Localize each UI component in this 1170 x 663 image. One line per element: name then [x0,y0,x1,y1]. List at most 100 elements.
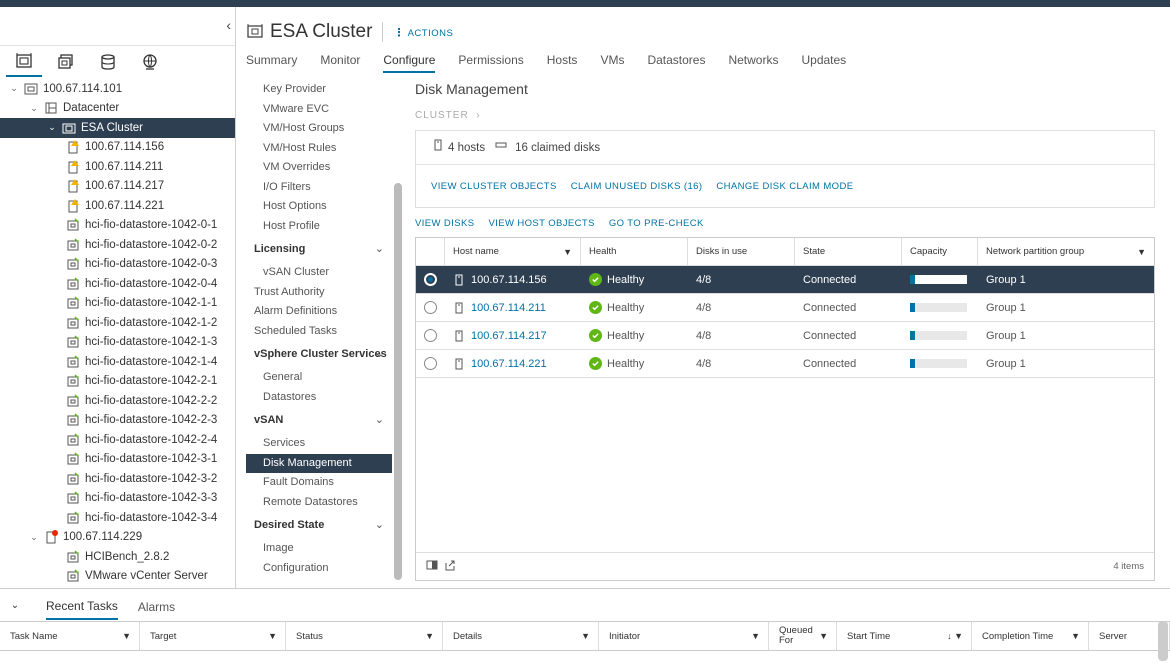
host-link[interactable]: 100.67.114.211 [471,302,546,314]
tab-alarms[interactable]: Alarms [138,592,175,619]
configure-menu-scrollbar[interactable] [394,183,402,580]
chevron-down-icon[interactable]: ⌄ [28,532,40,543]
tree-node[interactable]: hci-fio-datastore-1042-0-3 [0,255,235,275]
menu-item-disk-management[interactable]: Disk Management [246,453,392,473]
menu-item-scheduled-tasks[interactable]: Scheduled Tasks [246,322,392,342]
column-header[interactable]: Host name ▼ [445,238,581,265]
breadcrumb[interactable]: CLUSTER › [415,110,481,121]
tree-node[interactable]: hci-fio-datastore-1042-3-2 [0,469,235,489]
tree-node[interactable]: hci-fio-datastore-1042-3-3 [0,489,235,509]
tree-node[interactable]: hci-fio-datastore-1042-2-1 [0,372,235,392]
tree-node[interactable]: hci-fio-datastore-1042-1-2 [0,313,235,333]
tree-node[interactable]: 100.67.114.221 [0,196,235,216]
menu-group-licensing[interactable]: Licensing ⌄ [246,236,392,263]
tasks-column-header[interactable]: Queued For ▼ [769,622,837,650]
tree-node[interactable]: ⌄ Datacenter [0,99,235,119]
tree-node[interactable]: hci-fio-datastore-1042-2-3 [0,411,235,431]
menu-item-key-provider[interactable]: Key Provider [246,80,392,100]
tree-node[interactable]: ⌄ 100.67.114.229 [0,528,235,548]
tab-updates[interactable]: Updates [801,53,846,73]
table-row[interactable]: 100.67.114.221 Healthy 4/8 Connected Group 1 [416,350,1154,378]
tab-datastores[interactable]: Datastores [647,53,705,73]
vms-templates-view-icon[interactable] [48,47,84,77]
tree-node[interactable]: ⌄ ESA Cluster [0,118,235,138]
filter-icon[interactable]: ▼ [268,631,277,641]
row-radio[interactable] [424,301,437,314]
menu-item-remote-datastores[interactable]: Remote Datastores [246,493,392,513]
tab-networks[interactable]: Networks [728,53,778,73]
tasks-scrollbar[interactable] [1158,621,1168,661]
tab-permissions[interactable]: Permissions [458,53,523,73]
column-header[interactable]: Capacity [902,238,978,265]
menu-group-vsphere-cluster-services[interactable]: vSphere Cluster Services ⌄ [246,341,392,368]
tab-hosts[interactable]: Hosts [547,53,578,73]
menu-item-fault-domains[interactable]: Fault Domains [246,473,392,493]
table-row[interactable]: 100.67.114.211 Healthy 4/8 Connected Group 1 [416,294,1154,322]
row-select[interactable] [416,322,445,349]
filter-icon[interactable]: ▼ [751,631,760,641]
tree-node[interactable]: hci-fio-datastore-1042-0-4 [0,274,235,294]
tree-node[interactable]: 100.67.114.211 [0,157,235,177]
filter-icon[interactable]: ↓ ▼ [947,631,963,641]
menu-item-vm-host-groups[interactable]: VM/Host Groups [246,119,392,139]
actions-menu-button[interactable]: ⋮ ACTIONS [393,26,453,39]
tree-node[interactable]: hci-fio-datastore-1042-1-3 [0,333,235,353]
row-select[interactable] [416,266,445,293]
column-header[interactable]: Health [581,238,688,265]
export-icon[interactable] [444,559,462,574]
menu-item-image[interactable]: Image [246,539,392,559]
host-link[interactable]: 100.67.114.217 [471,330,547,342]
collapse-navigator-icon[interactable]: ‹ [226,17,231,33]
tree-node[interactable]: ⌄ 100.67.114.101 [0,79,235,99]
menu-item-trust-authority[interactable]: Trust Authority [246,283,392,303]
row-select[interactable] [416,350,445,377]
tree-node[interactable]: hci-fio-datastore-1042-3-4 [0,508,235,528]
tab-monitor[interactable]: Monitor [320,53,360,73]
row-radio[interactable] [424,273,437,286]
menu-item-i-o-filters[interactable]: I/O Filters [246,178,392,198]
filter-icon[interactable]: ▼ [425,631,434,641]
filter-icon[interactable]: ▼ [122,631,131,641]
row-radio[interactable] [424,357,437,370]
menu-item-vsan-cluster[interactable]: vSAN Cluster [246,263,392,283]
table-row[interactable]: 100.67.114.156 Healthy 4/8 Connected Group 1 [416,266,1154,294]
tab-recent-tasks[interactable]: Recent Tasks [46,591,118,620]
tree-node[interactable]: hci-fio-datastore-1042-0-1 [0,216,235,236]
column-header[interactable]: Disks in use [688,238,795,265]
menu-item-host-profile[interactable]: Host Profile [246,217,392,237]
collapse-panel-icon[interactable]: ⌄ [0,600,30,611]
tree-node[interactable]: hci-fio-datastore-1042-2-4 [0,430,235,450]
summary-link[interactable]: CHANGE DISK CLAIM MODE [716,181,853,192]
networking-view-icon[interactable] [132,47,168,77]
menu-item-vm-host-rules[interactable]: VM/Host Rules [246,139,392,159]
filter-icon[interactable]: ▼ [1137,247,1146,257]
tree-node[interactable]: HCIBench_2.8.2 [0,547,235,567]
host-link[interactable]: 100.67.114.221 [471,358,547,370]
tab-configure[interactable]: Configure [383,53,436,73]
menu-item-vm-overrides[interactable]: VM Overrides [246,158,392,178]
chevron-down-icon[interactable]: ⌄ [8,83,20,94]
tasks-column-header[interactable]: Status ▼ [286,622,443,650]
menu-item-alarm-definitions[interactable]: Alarm Definitions [246,302,392,322]
tab-summary[interactable]: Summary [246,53,297,73]
menu-group-desired-state[interactable]: Desired State ⌄ [246,512,392,539]
chevron-down-icon[interactable]: ⌄ [46,122,58,133]
tree-node[interactable]: hci-fio-datastore-1042-1-1 [0,294,235,314]
table-link[interactable]: VIEW DISKS [415,218,474,229]
row-select[interactable] [416,294,445,321]
menu-item-general[interactable]: General [246,368,392,388]
tasks-column-header[interactable]: Task Name ▼ [0,622,140,650]
menu-item-datastores[interactable]: Datastores [246,388,392,408]
tasks-column-header[interactable]: Details ▼ [443,622,599,650]
tasks-column-header[interactable]: Initiator ▼ [599,622,769,650]
tree-node[interactable]: 100.67.114.217 [0,177,235,197]
row-radio[interactable] [424,329,437,342]
tree-node[interactable]: hci-fio-datastore-1042-1-4 [0,352,235,372]
tree-node[interactable]: hci-fio-datastore-1042-0-2 [0,235,235,255]
tab-vms[interactable]: VMs [600,53,624,73]
column-header[interactable]: State [795,238,902,265]
tasks-column-header[interactable]: Start Time ↓ ▼ [837,622,972,650]
host-link[interactable]: 100.67.114.156 [471,274,547,286]
table-link[interactable]: GO TO PRE-CHECK [609,218,704,229]
column-toggle-icon[interactable] [426,559,444,574]
